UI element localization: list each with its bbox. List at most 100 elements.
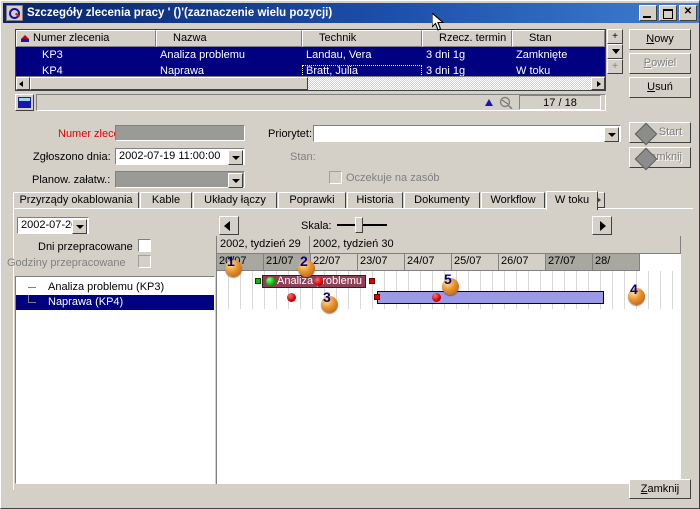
gantt-task-tree[interactable]: Analiza problemu (KP3) Naprawa (KP4) [15,276,215,484]
gantt-prev-button[interactable] [219,216,239,235]
priorytet-label: Priorytet: [268,128,313,140]
column-header-rzecz-termin[interactable]: Rzecz. termin [422,30,512,47]
gantt-marker-red-dot[interactable] [432,293,441,302]
godziny-przepracowane-checkbox[interactable] [138,255,151,268]
spinner-plus-bottom[interactable]: + [607,59,623,74]
delete-button-label: suń [655,81,673,93]
zgloszono-label: Zgłoszono dnia: [33,151,111,163]
day-cell[interactable]: 25/07 [452,254,499,271]
record-counter: 17 / 18 [519,94,601,110]
numer-zlecenia-field[interactable] [115,125,245,141]
callout-marker-3: 3 [321,289,340,313]
chevron-down-icon[interactable] [604,127,619,142]
slider-thumb[interactable] [355,217,363,233]
zgloszono-value: 2002-07-19 11:00:00 [119,150,221,162]
duplicate-button-label: owiel [651,57,677,69]
tab-workflow[interactable]: Workflow [481,192,545,209]
skala-label: Skala: [301,220,332,232]
close-dialog-button[interactable]: Zamknij [629,479,691,499]
sort-none-icon [427,35,435,42]
grid-horizontal-scrollbar[interactable] [16,76,605,90]
maximize-icon[interactable] [659,5,677,21]
tree-branch-icon [28,287,36,288]
dni-przepracowane-checkbox[interactable] [138,239,151,252]
scrollbar-thumb[interactable] [30,77,308,90]
callout-number: 3 [323,289,331,305]
chevron-down-icon[interactable] [228,173,243,188]
day-cell[interactable]: 24/07 [405,254,452,271]
gantt-next-button[interactable] [592,216,612,235]
callout-marker-2: 2 [298,254,317,277]
column-header-label: Technik [319,32,357,44]
list-item[interactable]: Naprawa (KP4) [16,295,214,310]
tab-dokumenty[interactable]: Dokumenty [404,192,480,209]
scroll-right-button[interactable] [591,77,605,90]
application-window: Szczegóły zlecenia pracy ' ()'(zaznaczen… [0,0,700,509]
day-cell[interactable]: 26/07 [499,254,546,271]
scroll-left-button[interactable] [16,77,30,90]
gantt-marker-green-dot[interactable] [266,277,275,286]
tab-uklady-laczy[interactable]: Układy łączy [193,192,277,209]
grid-header-row: Numer zlecenia Nazwa Technik Rzecz. term… [16,30,605,47]
work-orders-grid[interactable]: Numer zlecenia Nazwa Technik Rzecz. term… [15,29,606,91]
minimize-icon[interactable] [639,5,657,21]
tab-historia[interactable]: Historia [347,192,403,209]
tree-branch-icon [28,295,29,303]
list-item[interactable]: Analiza problemu (KP3) [16,280,214,295]
zgloszono-field[interactable]: 2002-07-19 11:00:00 [115,148,245,165]
sort-ascending-icon [21,35,29,42]
scrollbar-trough[interactable] [308,77,591,90]
chevron-down-icon[interactable] [228,150,243,165]
gantt-week-header: 2002, tydzień 29 2002, tydzień 30 [217,236,681,254]
scale-slider[interactable] [337,217,387,233]
gantt-bar-naprawa[interactable] [377,291,604,304]
magnifier-icon [6,5,23,21]
gantt-plot-area[interactable]: Analiza problemu [217,271,681,484]
day-cell[interactable]: 28/ [593,254,640,271]
column-header-technik[interactable]: Technik [302,30,422,47]
column-header-stan[interactable]: Stan [512,30,605,47]
close-order-button[interactable]: Zamknij [629,147,691,170]
godziny-przepracowane-label: Godziny przepracowane [7,257,126,269]
day-cell[interactable]: 23/07 [358,254,405,271]
oczekuje-checkbox[interactable] [329,171,342,184]
week-cell: 2002, tydzień 29 [217,236,310,254]
chevron-down-icon[interactable] [72,219,87,234]
gantt-marker-red-dot[interactable] [314,277,323,286]
delete-button[interactable]: Usuń [629,77,691,98]
callout-marker-4: 4 [628,282,647,305]
gantt-date-field[interactable]: 2002-07-20 [17,217,89,234]
sort-ascending-icon [485,98,493,106]
table-row[interactable]: KP3 Analiza problemu Landau, Vera 3 dni … [16,47,605,63]
spinner-plus-top[interactable]: + [607,29,623,44]
calculator-icon[interactable] [15,93,34,111]
grid-record-spinner[interactable]: + + [607,29,623,91]
priorytet-field[interactable] [313,125,621,142]
tab-poprawki[interactable]: Poprawki [278,192,346,209]
grid-status-strip: 17 / 18 [15,93,606,111]
column-header-nazwa[interactable]: Nazwa [156,30,302,47]
status-area: 17 / 18 [36,93,606,111]
tab-kable[interactable]: Kable [140,192,192,209]
start-button[interactable]: Start [629,122,691,145]
sort-none-icon [161,35,169,42]
gantt-marker-red-dot[interactable] [287,293,296,302]
gantt-bar-start-handle[interactable] [374,294,380,300]
tab-przyrzady-okablowania[interactable]: Przyrządy okablowania [13,192,139,209]
close-icon[interactable]: ✕ [679,5,697,21]
spinner-down[interactable] [607,44,623,59]
tab-strip: Przyrządy okablowania Kable Układy łączy… [13,191,605,210]
gantt-bar-end-handle[interactable] [369,278,375,284]
new-button[interactable]: Nowy [629,29,691,50]
planow-field[interactable] [115,171,245,188]
new-button-label: owy [654,33,674,45]
day-cell[interactable]: 22/07 [311,254,358,271]
duplicate-button[interactable]: Powiel [629,53,691,74]
cell-numer: KP3 [42,49,63,61]
column-header-numer-zlecenia[interactable]: Numer zlecenia [16,30,156,47]
day-cell[interactable]: 27/07 [546,254,593,271]
tab-w-toku[interactable]: W toku [546,191,598,210]
spinner-spacer [607,74,623,89]
column-header-label: Rzecz. termin [439,32,507,44]
gantt-bar-start-handle[interactable] [255,278,261,284]
